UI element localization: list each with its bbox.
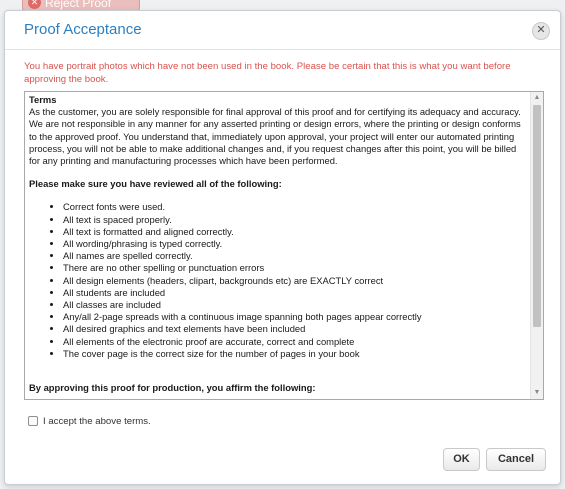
warning-message: You have portrait photos which have not … (24, 61, 511, 85)
terms-content: Terms As the customer, you are solely re… (29, 94, 529, 394)
accept-terms-label[interactable]: I accept the above terms. (43, 415, 151, 428)
affirm-heading: By approving this proof for production, … (29, 382, 316, 394)
cancel-button[interactable]: Cancel (486, 448, 546, 471)
terms-paragraph: As the customer, you are solely responsi… (29, 106, 521, 167)
reject-icon: ✕ (28, 0, 41, 9)
checklist-item: The cover page is the correct size for t… (63, 348, 529, 360)
checklist-item: All text is spaced properly. (63, 214, 529, 226)
checklist-item: All wording/phrasing is typed correctly. (63, 238, 529, 250)
checklist-item: All text is formatted and aligned correc… (63, 226, 529, 238)
checklist-item: All elements of the electronic proof are… (63, 336, 529, 348)
checklist-item: All classes are included (63, 299, 529, 311)
checklist-item: Correct fonts were used. (63, 201, 529, 213)
scroll-up-arrow-icon[interactable]: ▲ (531, 92, 543, 104)
close-icon[interactable]: ✕ (532, 22, 550, 40)
dialog-titlebar: Proof Acceptance ✕ (5, 11, 560, 50)
checklist-item: All desired graphics and text elements h… (63, 323, 529, 335)
checklist-item: All design elements (headers, clipart, b… (63, 275, 529, 287)
checklist-item: Any/all 2-page spreads with a continuous… (63, 311, 529, 323)
dialog-title: Proof Acceptance (24, 21, 142, 38)
review-checklist: Correct fonts were used. All text is spa… (29, 201, 529, 360)
checklist-item: All names are spelled correctly. (63, 250, 529, 262)
terms-heading: Terms (29, 94, 57, 105)
review-heading: Please make sure you have reviewed all o… (29, 178, 282, 190)
scroll-down-arrow-icon[interactable]: ▼ (531, 387, 543, 399)
accept-terms-checkbox[interactable] (28, 416, 38, 426)
scroll-thumb[interactable] (533, 105, 541, 327)
terms-scrollbar[interactable]: ▲ ▼ (530, 92, 543, 399)
reject-proof-label: Reject Proof (45, 0, 112, 10)
terms-scroll-box[interactable]: Terms As the customer, you are solely re… (24, 91, 544, 400)
proof-acceptance-dialog: Proof Acceptance ✕ You have portrait pho… (4, 10, 561, 485)
checklist-item: There are no other spelling or punctuati… (63, 262, 529, 274)
checklist-item: All students are included (63, 287, 529, 299)
ok-button[interactable]: OK (443, 448, 480, 471)
